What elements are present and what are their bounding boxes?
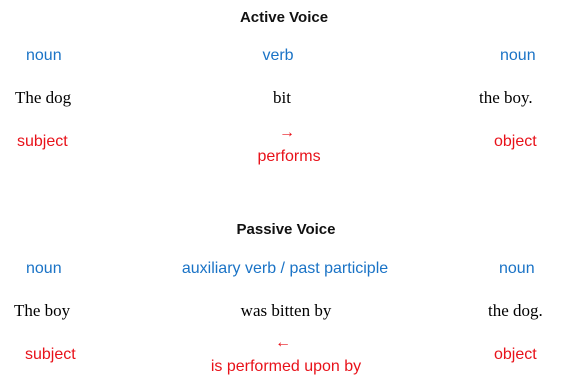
passive-word-subject: The boy [14, 301, 71, 320]
passive-role-object: noun [499, 260, 535, 277]
passive-word-object: the dog. [488, 301, 543, 320]
active-object-label: object [494, 133, 537, 150]
active-voice-title: Active Voice [239, 9, 329, 26]
active-role-subject: noun [26, 47, 62, 64]
active-role-verb: verb [262, 47, 294, 64]
passive-word-verb: was bitten by [240, 301, 332, 320]
passive-relation-label: is performed upon by [210, 358, 362, 375]
right-arrow-icon: → [279, 124, 295, 141]
active-word-subject: The dog [15, 88, 72, 107]
active-word-verb: bit [273, 88, 291, 107]
passive-role-verb: auxiliary verb / past participle [181, 260, 389, 277]
passive-subject-label: subject [25, 346, 76, 363]
active-word-object: the boy. [479, 88, 533, 107]
active-subject-label: subject [17, 133, 68, 150]
active-role-object: noun [500, 47, 536, 64]
passive-role-subject: noun [26, 260, 62, 277]
active-relation-label: performs [257, 148, 321, 165]
left-arrow-icon: ← [275, 334, 291, 351]
passive-object-label: object [494, 346, 537, 363]
passive-voice-title: Passive Voice [236, 221, 336, 238]
